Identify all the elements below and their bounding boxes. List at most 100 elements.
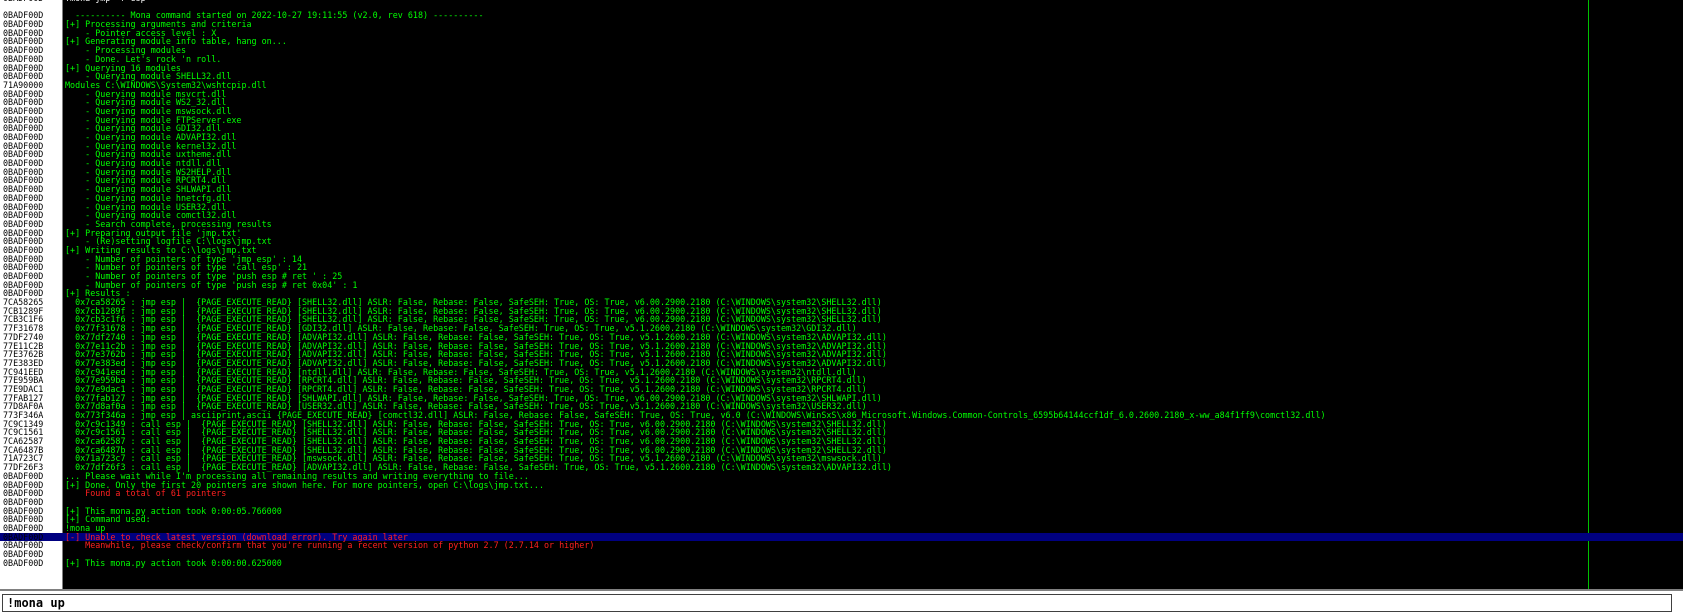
log-line[interactable]: 0BADF00D - Processing modules bbox=[0, 46, 1683, 55]
log-address: 71A723C7 bbox=[3, 454, 44, 464]
log-address: 0BADF00D bbox=[3, 89, 44, 99]
log-address: 7CA58265 bbox=[3, 298, 44, 307]
log-address: 0BADF00D bbox=[3, 46, 44, 55]
log-address: 77DF2740 bbox=[3, 332, 44, 342]
log-address: 0BADF00D bbox=[3, 280, 44, 290]
log-address: 0BADF00D bbox=[3, 523, 44, 533]
log-address: 0BADF00D bbox=[3, 263, 44, 273]
log-line[interactable]: 0BADF00D - Querying module hnetcfg.dll bbox=[0, 194, 1683, 203]
log-address: 0BADF00D bbox=[3, 506, 44, 516]
log-line[interactable]: 0BADF00D [+] This mona.py action took 0:0… bbox=[0, 506, 1683, 516]
log-address: 0BADF00D bbox=[3, 150, 44, 160]
log-address: 7C9C1561 bbox=[3, 428, 44, 438]
log-line[interactable]: 0BADF00D Found a total of 61 pointers bbox=[0, 489, 1683, 498]
log-address: 0BADF00D bbox=[3, 515, 44, 524]
log-message: Found a total of 61 pointers bbox=[65, 488, 227, 499]
log-line[interactable]: 0BADF00D [+] Command used: bbox=[0, 515, 1683, 524]
log-address: 0BADF00D bbox=[3, 219, 44, 229]
log-address: 0BADF00D bbox=[3, 541, 44, 551]
log-address: 0BADF00D bbox=[3, 211, 44, 220]
log-line[interactable]: 0BADF00D - Querying module mswsock.dll bbox=[0, 107, 1683, 116]
log-address: 77E9DAC1 bbox=[3, 384, 44, 394]
log-address: 0BADF00D bbox=[3, 193, 44, 203]
log-line[interactable]: 0BADF00D Meanwhile, please check/confirm… bbox=[0, 541, 1683, 550]
log-message: Meanwhile, please check/confirm that you… bbox=[65, 540, 595, 551]
log-address: 0BADF00D bbox=[3, 202, 44, 212]
log-lines: 0BADF00D!mona jmp -r esp0BADF00D -------… bbox=[0, 0, 1683, 567]
log-address: 0BADF00D bbox=[3, 272, 44, 281]
log-address: 7CB1289F bbox=[3, 306, 44, 316]
log-window[interactable]: 0BADF00D!mona jmp -r esp0BADF00D -------… bbox=[0, 0, 1683, 589]
log-address: 0BADF00D bbox=[3, 20, 44, 29]
log-address: 77FAB127 bbox=[3, 393, 44, 403]
log-address: 0BADF00D bbox=[3, 289, 44, 299]
log-address: 0BADF00D bbox=[3, 167, 44, 177]
log-message: [+] This mona.py action took 0:00:00.625… bbox=[65, 557, 282, 568]
log-line[interactable]: 0BADF00D [+] This mona.py action took 0:0… bbox=[0, 557, 1683, 568]
log-address: 7C941EED bbox=[3, 367, 44, 377]
log-address: 0BADF00D bbox=[3, 471, 44, 481]
log-address: 0BADF00D bbox=[3, 497, 44, 507]
log-address: 0BADF00D bbox=[3, 98, 44, 107]
log-address: 77D8AF0A bbox=[3, 402, 44, 412]
log-line[interactable]: 0BADF00D [+] Done. Only the first 20 poin… bbox=[0, 480, 1683, 490]
log-address: 77E3762B bbox=[3, 350, 44, 359]
log-address: 7CB3C1F6 bbox=[3, 315, 44, 325]
command-input[interactable] bbox=[2, 594, 1672, 612]
log-line[interactable]: 0BADF00D ---------- Mona command started… bbox=[0, 11, 1683, 20]
log-address: 0BADF00D bbox=[3, 115, 44, 125]
log-address: 0BADF00D bbox=[3, 124, 44, 134]
log-address: 0BADF00D bbox=[3, 228, 44, 238]
log-line[interactable]: 0BADF00D - Querying module FTPServer.exe bbox=[0, 115, 1683, 125]
log-address: 0BADF00D bbox=[3, 159, 44, 168]
log-address: 0BADF00D bbox=[3, 72, 44, 81]
log-address: 0BADF00D bbox=[3, 237, 44, 246]
log-address: 0BADF00D bbox=[3, 489, 44, 498]
log-line[interactable]: 0BADF00D - Querying module GDI32.dll bbox=[0, 124, 1683, 133]
log-address: 0BADF00D bbox=[3, 11, 44, 21]
log-address: 77E383ED bbox=[3, 358, 44, 368]
log-line[interactable]: 0BADF00D - Querying module ntdll.dll bbox=[0, 159, 1683, 168]
log-address: 0BADF00D bbox=[3, 176, 44, 186]
log-line[interactable]: 71A90000 Modules C:\WINDOWS\System32\wsht… bbox=[0, 81, 1683, 90]
log-line[interactable]: 0BADF00D - Querying module RPCRT4.dll bbox=[0, 176, 1683, 185]
log-line[interactable]: 0BADF00D - Querying module kernel32.dll bbox=[0, 141, 1683, 151]
log-address: 0BADF00D bbox=[3, 558, 44, 568]
log-line[interactable]: 0BADF00D [+] Processing arguments and cri… bbox=[0, 20, 1683, 29]
log-line[interactable]: 0BADF00D [+] Generating module info table… bbox=[0, 37, 1683, 46]
log-line[interactable]: 0BADF00D - Querying module uxtheme.dll bbox=[0, 150, 1683, 159]
log-address: 71A90000 bbox=[3, 80, 44, 90]
log-line[interactable]: 0BADF00D - Number of pointers of type 'p… bbox=[0, 280, 1683, 290]
log-address: 77E959BA bbox=[3, 376, 44, 385]
log-address: 0BADF00D bbox=[3, 185, 44, 194]
log-address: 0BADF00D bbox=[3, 63, 44, 73]
log-line[interactable]: 0BADF00D - Querying module SHLWAPI.dll bbox=[0, 185, 1683, 194]
log-address: 0BADF00D bbox=[3, 106, 44, 116]
log-line[interactable]: 0BADF00D - Querying module msvcrt.dll bbox=[0, 89, 1683, 99]
log-line[interactable]: 0BADF00D - Done. Let's rock 'n roll. bbox=[0, 55, 1683, 64]
log-address: 0BADF00D bbox=[3, 54, 44, 64]
log-address: 0BADF00D bbox=[3, 254, 44, 264]
log-address: 773F346A bbox=[3, 411, 44, 420]
command-bar bbox=[0, 589, 1683, 614]
log-address: 0BADF00D bbox=[3, 532, 44, 542]
log-line[interactable]: 0BADF00D - Querying module WS2HELP.dll bbox=[0, 168, 1683, 177]
log-address: 0BADF00D bbox=[3, 28, 44, 38]
log-address: 77E11C2B bbox=[3, 341, 44, 351]
log-line[interactable]: 0BADF00D - Querying module WS2_32.dll bbox=[0, 98, 1683, 107]
log-address: 77F31678 bbox=[3, 324, 44, 333]
log-line[interactable]: 0BADF00D - Search complete, processing r… bbox=[0, 220, 1683, 229]
log-address: 0BADF00D bbox=[3, 245, 44, 255]
log-address: 0BADF00D bbox=[3, 480, 44, 490]
log-address: 7CA62587 bbox=[3, 437, 44, 446]
log-line[interactable]: 0BADF00D [+] Querying 16 modules bbox=[0, 63, 1683, 73]
log-line[interactable]: 0BADF00D - Querying module ADVAPI32.dll bbox=[0, 133, 1683, 142]
log-line[interactable]: 0BADF00D - Querying module USER32.dll bbox=[0, 202, 1683, 212]
log-address: 77DF26F3 bbox=[3, 463, 44, 472]
log-address: 0BADF00D bbox=[3, 37, 44, 47]
log-address: 7CA6487B bbox=[3, 445, 44, 455]
log-address: 7C9C1349 bbox=[3, 419, 44, 429]
log-address: 0BADF00D bbox=[3, 550, 44, 559]
log-address: 0BADF00D bbox=[3, 133, 44, 142]
log-address: 0BADF00D bbox=[3, 141, 44, 151]
